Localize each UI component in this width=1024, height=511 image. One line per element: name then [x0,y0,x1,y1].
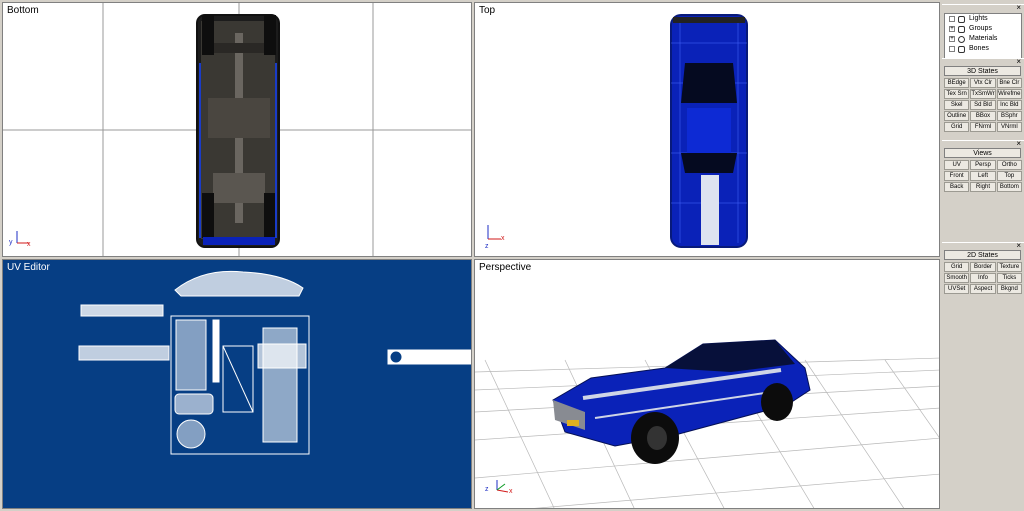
states-2d-buttons: Grid Border Texture Smooth Info Ticks UV… [944,262,1022,294]
views-header[interactable]: Views [944,148,1021,158]
bbox-button[interactable]: BBox [970,111,996,121]
views-buttons: UV Persp Ortho Front Left Top Back Right… [944,160,1022,192]
tree-expander[interactable] [949,16,955,22]
bedge-button[interactable]: BEdge [944,78,970,88]
wireframe-button[interactable]: Wirefme [996,89,1022,99]
axis-label-x: x [509,488,513,495]
close-icon[interactable]: × [1016,3,1021,12]
tree-expander[interactable] [949,46,955,52]
viewport-uv-editor[interactable]: UV Editor [2,259,472,509]
view-ortho-button[interactable]: Ortho [996,160,1022,170]
tree-expander[interactable]: + [949,26,955,32]
view-front-button[interactable]: Front [944,171,970,181]
axis-gizmo-perspective [496,480,509,493]
tree-item-groups[interactable]: + Groups [945,24,1021,34]
view-persp-button[interactable]: Persp [970,160,996,170]
side-panels: × Lights + Groups + Materials Bones × 3D… [942,0,1024,511]
bne-clr-button[interactable]: Bne Clr [996,78,1022,88]
bone-icon [958,46,965,53]
states-3d-header[interactable]: 3D States [944,66,1021,76]
view-right-button[interactable]: Right [970,182,996,192]
outline-button[interactable]: Outline [944,111,970,121]
ticks-button[interactable]: Ticks [996,273,1022,283]
texture-button[interactable]: Texture [996,262,1022,272]
view-back-button[interactable]: Back [944,182,970,192]
axis-label-y: y [9,239,13,246]
states-2d-panel: × 2D States Grid Border Texture Smooth I… [942,241,1024,297]
grid-button[interactable]: Grid [944,122,970,132]
view-bottom-button[interactable]: Bottom [996,182,1022,192]
tree-item-bones[interactable]: Bones [945,44,1021,54]
viewport-label-uv: UV Editor [7,262,50,273]
txsmwr-button[interactable]: TxSmWr [970,89,996,99]
uv-canvas [78,270,471,455]
vtx-clr-button[interactable]: Vtx Clr [970,78,996,88]
close-icon[interactable]: × [1016,139,1021,148]
uvset-button[interactable]: UVSet [944,284,970,294]
view-top-button[interactable]: Top [996,171,1022,181]
sd-bld-button[interactable]: Sd Bld [970,100,996,110]
viewport-label-perspective: Perspective [479,262,532,273]
inc-bld-button[interactable]: Inc Bld [996,100,1022,110]
grid-2d-button[interactable]: Grid [944,262,970,272]
material-icon [958,36,965,43]
info-button[interactable]: Info [970,273,996,283]
bkgnd-button[interactable]: Bkgnd [996,284,1022,294]
view-left-button[interactable]: Left [970,171,996,181]
perspective-canvas [475,339,939,508]
tree-item-lights[interactable]: Lights [945,14,1021,24]
view-uv-button[interactable]: UV [944,160,970,170]
skel-button[interactable]: Skel [944,100,970,110]
tree-item-label: Lights [969,15,988,22]
viewport-label-top: Top [479,5,496,16]
viewport-top[interactable]: Top z x [474,2,940,257]
states-3d-panel: × 3D States BEdge Vtx Clr Bne Clr Tex Sr… [942,57,1024,134]
tree-expander[interactable]: + [949,36,955,42]
tree-item-label: Bones [969,45,989,52]
close-icon[interactable]: × [1016,241,1021,250]
scene-tree-panel: × Lights + Groups + Materials Bones [942,3,1024,59]
car-underside-model [196,14,280,248]
views-panel: × Views UV Persp Ortho Front Left Top Ba… [942,139,1024,195]
tree-item-materials[interactable]: + Materials [945,34,1021,44]
scene-tree[interactable]: Lights + Groups + Materials Bones [944,13,1022,59]
axis-label-z: z [485,486,489,493]
smooth-button[interactable]: Smooth [944,273,970,283]
top-view-canvas [487,14,748,248]
fnrml-button[interactable]: FNrml [970,122,996,132]
viewport-bottom[interactable]: Bottom y x [2,2,472,257]
car-perspective-model [552,339,811,464]
bsphr-button[interactable]: BSphr [996,111,1022,121]
tex-srn-button[interactable]: Tex Srn [944,89,970,99]
uv-islands [78,270,471,455]
border-button[interactable]: Border [970,262,996,272]
axis-label-x: x [27,241,31,248]
states-2d-header[interactable]: 2D States [944,250,1021,260]
axis-label-x: x [501,235,505,242]
car-top-model [670,14,748,248]
close-icon[interactable]: × [1016,57,1021,66]
states-3d-buttons: BEdge Vtx Clr Bne Clr Tex Srn TxSmWr Wir… [944,78,1022,132]
axis-gizmo-top [487,225,501,240]
axis-label-z: z [485,243,489,250]
group-icon [958,26,965,33]
vnrml-button[interactable]: VNrml [996,122,1022,132]
tree-item-label: Groups [969,25,992,32]
aspect-button[interactable]: Aspect [970,284,996,294]
tree-item-label: Materials [969,35,998,42]
viewport-perspective[interactable]: Perspective z x [474,259,940,509]
bottom-view-canvas [3,3,471,256]
light-icon [958,16,965,23]
viewport-label-bottom: Bottom [7,5,39,16]
